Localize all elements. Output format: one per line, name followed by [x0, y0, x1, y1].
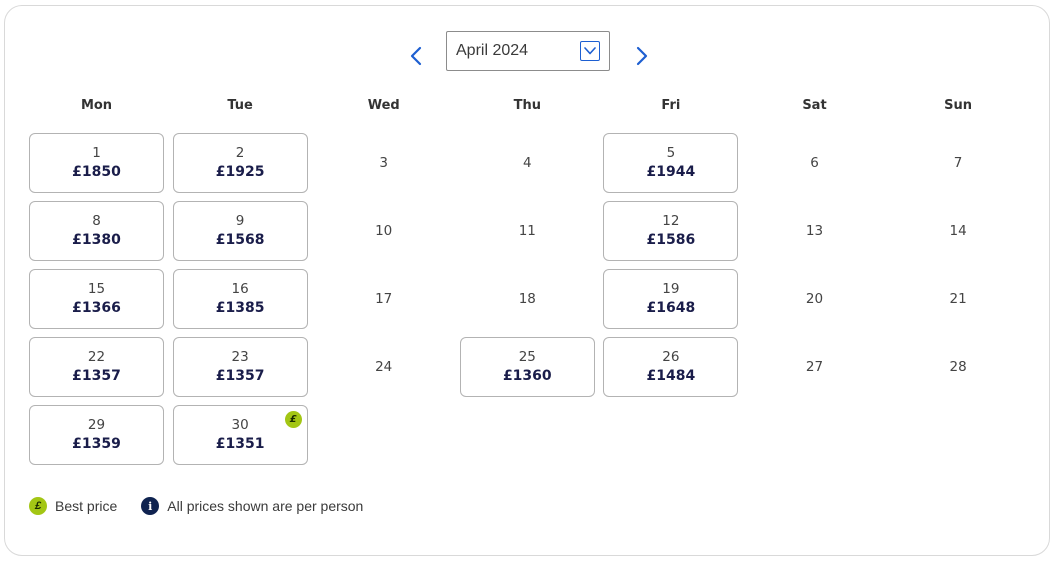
day-number: 5 — [666, 145, 676, 161]
day-cell-12[interactable]: 12 £1586 — [603, 201, 739, 261]
day-number: 16 — [231, 281, 249, 297]
day-cell-24: 24 — [316, 337, 451, 397]
day-cell-7: 7 — [891, 133, 1026, 193]
best-price-badge-icon: £ — [284, 411, 302, 428]
chevron-left-icon — [410, 46, 422, 66]
day-price: £1484 — [646, 368, 696, 384]
day-cell-21: 21 — [891, 269, 1026, 329]
day-number: 11 — [518, 223, 536, 239]
best-price-icon: £ — [29, 497, 47, 515]
legend: £ Best price i All prices shown are per … — [29, 497, 387, 515]
day-cell-4: 4 — [460, 133, 595, 193]
day-cell-1[interactable]: 1 £1850 — [29, 133, 164, 193]
day-price: £1568 — [215, 232, 265, 248]
day-price: £1925 — [215, 164, 265, 180]
weekday-sun: Sun — [944, 98, 973, 113]
day-price: £1850 — [72, 164, 121, 180]
day-number: 21 — [949, 291, 967, 307]
day-cell-28: 28 — [891, 337, 1026, 397]
month-select[interactable]: April 2024 — [446, 31, 610, 71]
day-cell-15[interactable]: 15 £1366 — [29, 269, 164, 329]
day-number: 10 — [375, 223, 393, 239]
day-number: 26 — [662, 349, 680, 365]
day-price: £1351 — [215, 436, 265, 452]
day-number: 30 — [231, 417, 249, 433]
day-cell-13: 13 — [747, 201, 882, 261]
day-number: 20 — [805, 291, 824, 307]
day-number: 14 — [949, 223, 967, 239]
day-cell-23[interactable]: 23 £1357 — [172, 337, 308, 397]
day-number: 22 — [87, 349, 106, 365]
chevron-down-icon — [580, 41, 600, 61]
chevron-right-icon — [636, 46, 648, 66]
day-cell-14: 14 — [891, 201, 1026, 261]
weekday-thu: Thu — [513, 98, 541, 113]
day-price: £1380 — [72, 232, 121, 248]
day-cell-5[interactable]: 5 £1944 — [603, 133, 739, 193]
day-number: 7 — [953, 155, 963, 171]
weekday-tue: Tue — [227, 98, 253, 113]
legend-best-price-label: Best price — [55, 498, 118, 514]
day-cell-6: 6 — [747, 133, 882, 193]
day-price: £1586 — [646, 232, 696, 248]
day-number: 17 — [375, 291, 393, 307]
day-number: 1 — [92, 145, 101, 161]
day-price: £1359 — [72, 436, 121, 452]
day-cell-18: 18 — [460, 269, 595, 329]
day-number: 13 — [805, 223, 824, 239]
day-cell-16[interactable]: 16 £1385 — [172, 269, 308, 329]
day-number: 25 — [518, 349, 536, 365]
day-number: 4 — [523, 155, 532, 171]
day-cell-29[interactable]: 29 £1359 — [29, 405, 164, 465]
day-price: £1385 — [215, 300, 265, 316]
day-cell-27: 27 — [747, 337, 882, 397]
day-cell-19[interactable]: 19 £1648 — [603, 269, 739, 329]
day-number: 9 — [235, 213, 245, 229]
day-number: 6 — [810, 155, 819, 171]
previous-month-button[interactable] — [402, 42, 430, 70]
day-cell-10: 10 — [316, 201, 451, 261]
day-cell-17: 17 — [316, 269, 451, 329]
day-number: 28 — [949, 359, 967, 375]
day-cell-25[interactable]: 25 £1360 — [459, 337, 595, 397]
day-number: 15 — [87, 281, 106, 297]
day-price: £1366 — [72, 300, 121, 316]
next-month-button[interactable] — [628, 42, 656, 70]
day-number: 23 — [231, 349, 249, 365]
day-cell-11: 11 — [460, 201, 595, 261]
day-cell-8[interactable]: 8 £1380 — [29, 201, 164, 261]
day-price: £1360 — [502, 368, 552, 384]
day-cell-30[interactable]: 30 £1351 £ — [172, 405, 308, 465]
day-number: 27 — [805, 359, 824, 375]
day-number: 19 — [662, 281, 680, 297]
day-number: 18 — [518, 291, 536, 307]
month-select-value: April 2024 — [456, 42, 529, 59]
day-number: 2 — [235, 145, 245, 161]
day-price: £1357 — [215, 368, 265, 384]
weekday-fri: Fri — [661, 98, 681, 113]
info-icon: i — [141, 497, 160, 515]
legend-info-label: All prices shown are per person — [167, 498, 364, 514]
weekday-mon: Mon — [80, 98, 113, 113]
weekday-sat: Sat — [802, 98, 827, 113]
day-price: £1944 — [646, 164, 696, 180]
weekday-wed: Wed — [367, 98, 400, 113]
day-number: 8 — [92, 213, 101, 229]
day-number: 12 — [662, 213, 680, 229]
legend-info: i All prices shown are per person — [141, 497, 363, 515]
day-cell-22[interactable]: 22 £1357 — [29, 337, 164, 397]
day-price: £1648 — [646, 300, 696, 316]
day-number: 24 — [375, 359, 393, 375]
price-calendar: April 2024 Mon Tue Wed Thu Fri Sat Sun 1 £1850 2… — [4, 5, 1050, 556]
day-cell-2[interactable]: 2 £1925 — [172, 133, 308, 193]
day-cell-9[interactable]: 9 £1568 — [172, 201, 308, 261]
legend-best-price: £ Best price — [29, 497, 117, 515]
day-cell-3: 3 — [316, 133, 451, 193]
day-cell-26[interactable]: 26 £1484 — [603, 337, 739, 397]
day-number: 3 — [379, 155, 388, 171]
day-number: 29 — [87, 417, 106, 433]
day-cell-20: 20 — [747, 269, 882, 329]
day-price: £1357 — [72, 368, 121, 384]
